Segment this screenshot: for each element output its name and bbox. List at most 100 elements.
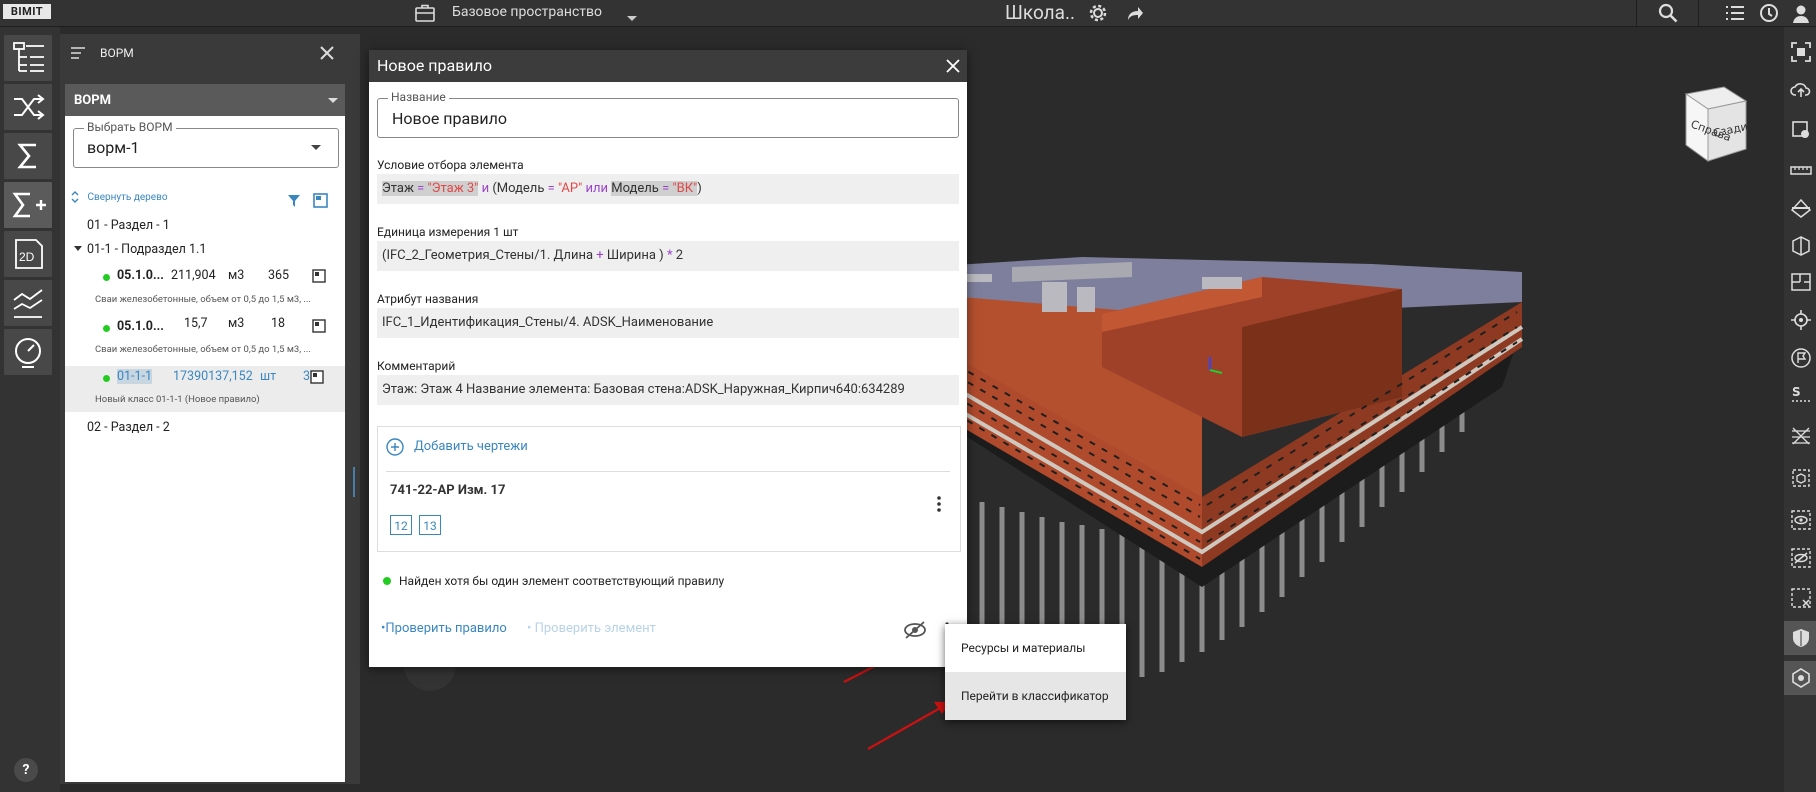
cond-token: ) [697, 181, 702, 196]
tree-item[interactable]: 05.1.0... 15,7 м3 18 Сваи железобетонные… [65, 316, 345, 366]
shield-icon[interactable] [1790, 627, 1812, 649]
tool-chart[interactable] [4, 280, 52, 326]
tool-shuffle[interactable] [4, 84, 52, 130]
hide-icon[interactable] [1790, 547, 1812, 569]
search-icon[interactable] [1657, 2, 1679, 28]
cube-explode-icon[interactable] [1790, 235, 1812, 257]
tree-subsection-1-label: 01-1 - Подраздел 1.1 [87, 242, 207, 257]
cloud-upload-icon[interactable] [1790, 79, 1812, 101]
floor-plan-icon[interactable] [1790, 271, 1812, 293]
vorm-select-field[interactable]: Выбрать ВОРМ ворм-1 [73, 120, 339, 168]
panel-toggle-icon[interactable] [313, 193, 328, 208]
flag-icon[interactable] [1790, 347, 1812, 369]
tree-section-2-label: 02 - Раздел - 2 [87, 420, 170, 435]
collapse-tree-label: Свернуть дерево [87, 191, 168, 203]
sigma-icon [17, 143, 36, 169]
item-description: Сваи железобетонные, объем от 0,5 до 1,5… [95, 344, 311, 355]
close-icon[interactable] [946, 59, 960, 73]
vorm-panel: ВОРМ ВОРМ Выбрать ВОРМ ворм-1 Свернуть д… [60, 34, 360, 784]
name-field[interactable]: Название Новое правило [377, 90, 959, 138]
chevron-down-icon [328, 98, 338, 103]
list-menu-icon[interactable] [70, 46, 86, 60]
panel-content: Выбрать ВОРМ ворм-1 Свернуть дерево 01 -… [65, 116, 345, 782]
eye-off-icon[interactable] [903, 620, 927, 640]
toolbar-divider [1636, 0, 1637, 26]
view-cube[interactable]: Справа Сзади [1664, 79, 1760, 175]
cond-op: = [544, 181, 558, 196]
menu-item-classifier[interactable]: Перейти в классификатор [945, 672, 1126, 720]
cond-op: или [582, 181, 612, 196]
comment-field[interactable]: Этаж: Этаж 4 Название элемента: Базовая … [377, 375, 959, 405]
ruler-icon[interactable] [1790, 159, 1812, 181]
account-icon[interactable] [1790, 2, 1812, 28]
show-icon[interactable] [1790, 509, 1812, 531]
gear-icon[interactable] [1087, 2, 1109, 28]
formula-part: 2 [672, 248, 684, 263]
check-rule-button[interactable]: •Проверить правило [381, 621, 507, 636]
gauge-icon [15, 338, 41, 368]
section-select[interactable]: ВОРМ [65, 84, 345, 118]
item-open-icon[interactable] [312, 319, 326, 333]
drawings-divider [386, 471, 950, 472]
target-icon[interactable] [1790, 309, 1812, 331]
tree-item-selected[interactable]: 01-1-1 17390137,152 шт 3 Новый класс 01-… [65, 366, 345, 412]
item-count: 3 [303, 369, 311, 384]
tool-model-tree[interactable] [4, 35, 52, 81]
item-unit: м3 [228, 268, 245, 283]
item-description: Новый класс 01-1-1 (Новое правило) [95, 394, 260, 405]
section-box-icon[interactable] [1790, 119, 1812, 141]
notifications-icon[interactable] [1758, 2, 1780, 28]
fit-view-icon[interactable] [1790, 41, 1812, 63]
condition-field[interactable]: Этаж = "Этаж 3" и (Модель = "АР" или Мод… [377, 174, 959, 204]
help-button[interactable]: ? [14, 758, 38, 782]
sheet-chip[interactable]: 12 [390, 515, 412, 535]
item-open-icon[interactable] [310, 370, 324, 384]
sigma-plus-icon [12, 192, 46, 218]
item-count: 365 [268, 268, 290, 283]
attr-field[interactable]: IFC_1_Идентификация_Стены/4. ADSK_Наимен… [377, 308, 959, 338]
cond-op: и [478, 181, 493, 196]
tool-sum[interactable] [4, 133, 52, 179]
tool-gauge[interactable] [4, 329, 52, 375]
item-open-icon[interactable] [312, 269, 326, 283]
cond-op: = [658, 181, 673, 196]
add-drawings-button[interactable]: Добавить чертежи [386, 436, 528, 456]
svg-text:2D: 2D [19, 250, 35, 264]
filter-icon[interactable] [287, 194, 301, 208]
clear-selection-icon[interactable] [1790, 587, 1812, 609]
unit-formula-field[interactable]: (IFC_2_Геометрия_Стены/1. Длина + Ширина… [377, 241, 959, 271]
style-s-icon[interactable]: S [1790, 383, 1812, 405]
check-element-button[interactable]: • Проверить элемент [527, 621, 656, 636]
briefcase-icon[interactable] [414, 3, 436, 27]
chevron-down-icon[interactable] [626, 8, 638, 27]
2d-drawing-icon: 2D [15, 239, 43, 269]
dialog-title: Новое правило [377, 56, 492, 75]
list-icon[interactable] [1725, 4, 1745, 26]
panel-title: ВОРМ [100, 46, 134, 60]
tree-item[interactable]: 05.1.0... 211,904 м3 365 Сваи железобето… [65, 266, 345, 316]
section-select-value: ВОРМ [74, 93, 112, 108]
crossed-planes-icon[interactable] [1790, 425, 1812, 447]
isolate-icon[interactable] [1790, 467, 1812, 489]
svg-text:S: S [1792, 385, 1801, 399]
collapse-tree-button[interactable]: Свернуть дерево [71, 190, 168, 204]
menu-item-resources[interactable]: Ресурсы и материалы [945, 624, 1126, 672]
close-icon[interactable] [318, 44, 336, 62]
settings-cube-icon[interactable] [1790, 667, 1812, 689]
vorm-field-label: Выбрать ВОРМ [84, 120, 176, 134]
chevron-down-icon [311, 145, 321, 150]
more-vert-icon[interactable] [936, 495, 942, 513]
shuffle-icon [14, 94, 45, 120]
section-plane-icon[interactable] [1790, 197, 1812, 219]
panel-resize-handle[interactable] [353, 467, 355, 497]
tool-2d[interactable]: 2D [4, 231, 52, 277]
share-icon[interactable] [1125, 3, 1145, 27]
workspace-selector[interactable]: Базовое пространство [452, 4, 602, 20]
tool-vorm[interactable] [4, 182, 52, 228]
sheet-chip[interactable]: 13 [419, 515, 441, 535]
formula-part: Ширина ) [603, 248, 667, 263]
left-toolbar: 2D ? [0, 27, 60, 792]
app-logo[interactable]: BIMIT [3, 4, 51, 19]
formula-op: + [596, 248, 604, 263]
status-text: Найден хотя бы один элемент соответствую… [399, 574, 725, 588]
